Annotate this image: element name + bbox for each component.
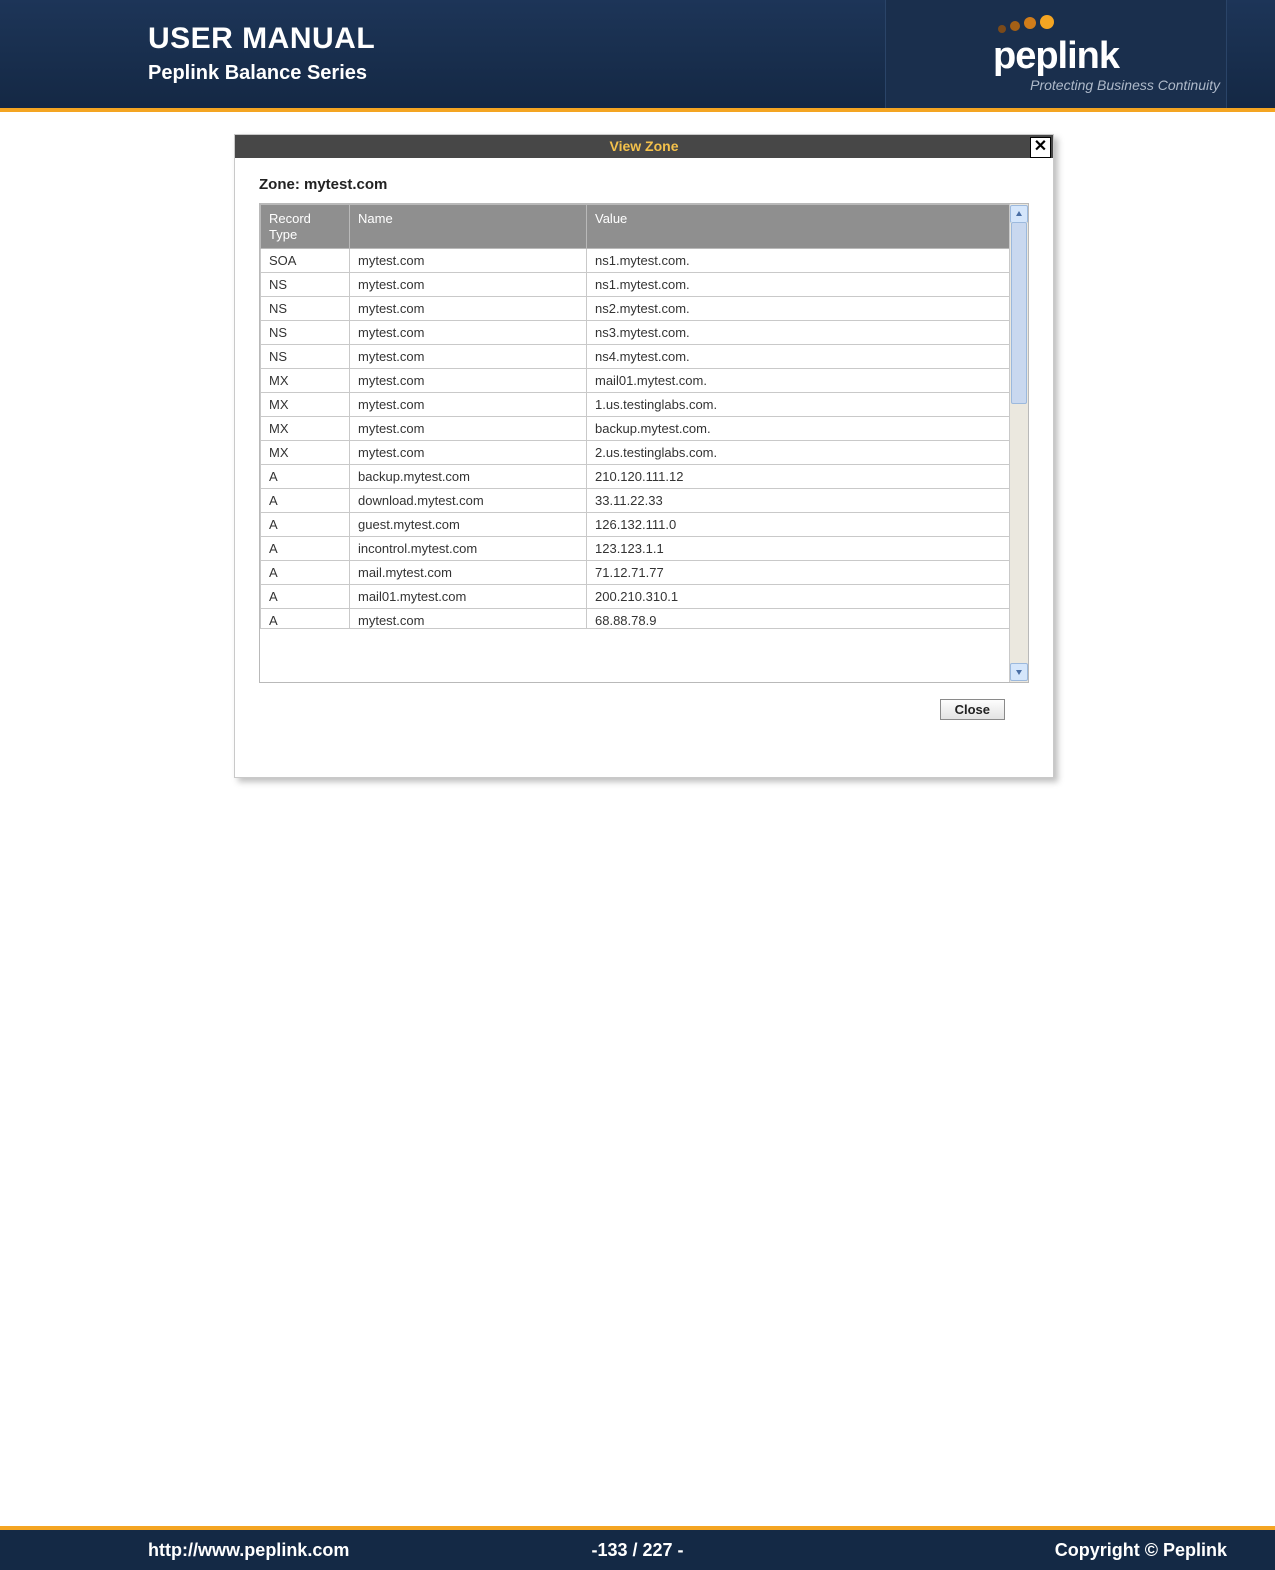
table-cell: 200.210.310.1 xyxy=(587,585,1010,609)
table-row: Aguest.mytest.com126.132.111.0 xyxy=(261,513,1010,537)
table-cell: mytest.com xyxy=(350,297,587,321)
logo-text: peplink xyxy=(993,37,1119,75)
table-cell: mytest.com xyxy=(350,441,587,465)
brand-logo: peplink Protecting Business Continuity xyxy=(885,0,1227,108)
scroll-down-icon[interactable] xyxy=(1010,663,1028,681)
table-row: MXmytest.com1.us.testinglabs.com. xyxy=(261,393,1010,417)
table-cell: NS xyxy=(261,297,350,321)
table-cell: 210.120.111.12 xyxy=(587,465,1010,489)
table-cell: mytest.com xyxy=(350,417,587,441)
table-cell: mytest.com xyxy=(350,609,587,629)
table-row: Aincontrol.mytest.com123.123.1.1 xyxy=(261,537,1010,561)
table-row: MXmytest.commail01.mytest.com. xyxy=(261,369,1010,393)
table-cell: mytest.com xyxy=(350,321,587,345)
table-cell: A xyxy=(261,609,350,629)
table-cell: mail01.mytest.com xyxy=(350,585,587,609)
vertical-scrollbar[interactable] xyxy=(1009,204,1028,682)
table-cell: backup.mytest.com xyxy=(350,465,587,489)
dns-records-table: Record Type Name Value SOAmytest.comns1.… xyxy=(260,204,1010,629)
table-cell: ns4.mytest.com. xyxy=(587,345,1010,369)
table-row: MXmytest.combackup.mytest.com. xyxy=(261,417,1010,441)
table-cell: A xyxy=(261,537,350,561)
table-cell: A xyxy=(261,585,350,609)
table-cell: mytest.com xyxy=(350,393,587,417)
footer-copyright: Copyright © Peplink xyxy=(1055,1540,1227,1561)
table-cell: mytest.com xyxy=(350,249,587,273)
table-row: Amail.mytest.com71.12.71.77 xyxy=(261,561,1010,585)
table-cell: ns3.mytest.com. xyxy=(587,321,1010,345)
table-cell: A xyxy=(261,465,350,489)
logo-tagline: Protecting Business Continuity xyxy=(1030,77,1220,93)
table-cell: 71.12.71.77 xyxy=(587,561,1010,585)
dialog-title: View Zone xyxy=(610,138,679,154)
table-cell: backup.mytest.com. xyxy=(587,417,1010,441)
table-row: Abackup.mytest.com210.120.111.12 xyxy=(261,465,1010,489)
table-cell: NS xyxy=(261,273,350,297)
dialog-titlebar: View Zone ✕ xyxy=(235,135,1053,158)
table-cell: SOA xyxy=(261,249,350,273)
table-row: MXmytest.com2.us.testinglabs.com. xyxy=(261,441,1010,465)
scroll-thumb[interactable] xyxy=(1011,222,1027,404)
table-cell: MX xyxy=(261,393,350,417)
table-cell: mail01.mytest.com. xyxy=(587,369,1010,393)
table-row: Amail01.mytest.com200.210.310.1 xyxy=(261,585,1010,609)
doc-header: USER MANUAL Peplink Balance Series pepli… xyxy=(0,0,1275,112)
table-cell: MX xyxy=(261,441,350,465)
table-cell: NS xyxy=(261,321,350,345)
table-cell: ns1.mytest.com. xyxy=(587,249,1010,273)
zone-label: Zone: mytest.com xyxy=(259,176,1029,193)
table-cell: A xyxy=(261,489,350,513)
footer-url: http://www.peplink.com xyxy=(148,1540,349,1561)
doc-title: USER MANUAL xyxy=(148,22,375,56)
table-row: NSmytest.comns3.mytest.com. xyxy=(261,321,1010,345)
table-cell: 2.us.testinglabs.com. xyxy=(587,441,1010,465)
table-cell: MX xyxy=(261,417,350,441)
table-cell: download.mytest.com xyxy=(350,489,587,513)
col-record-type: Record Type xyxy=(261,205,350,249)
table-cell: ns1.mytest.com. xyxy=(587,273,1010,297)
table-row: NSmytest.comns1.mytest.com. xyxy=(261,273,1010,297)
table-row: NSmytest.comns4.mytest.com. xyxy=(261,345,1010,369)
table-row: Adownload.mytest.com33.11.22.33 xyxy=(261,489,1010,513)
table-cell: mytest.com xyxy=(350,345,587,369)
view-zone-dialog: View Zone ✕ Zone: mytest.com Record Type… xyxy=(234,134,1054,778)
close-icon[interactable]: ✕ xyxy=(1030,137,1051,158)
col-value: Value xyxy=(587,205,1010,249)
table-cell: ns2.mytest.com. xyxy=(587,297,1010,321)
col-name: Name xyxy=(350,205,587,249)
table-cell: 1.us.testinglabs.com. xyxy=(587,393,1010,417)
close-button[interactable]: Close xyxy=(940,699,1005,720)
table-cell: 126.132.111.0 xyxy=(587,513,1010,537)
table-cell: 68.88.78.9 xyxy=(587,609,1010,629)
table-cell: mytest.com xyxy=(350,273,587,297)
scroll-up-icon[interactable] xyxy=(1010,205,1028,223)
table-cell: A xyxy=(261,513,350,537)
table-row: NSmytest.comns2.mytest.com. xyxy=(261,297,1010,321)
table-cell: guest.mytest.com xyxy=(350,513,587,537)
table-row: SOAmytest.comns1.mytest.com. xyxy=(261,249,1010,273)
table-cell: incontrol.mytest.com xyxy=(350,537,587,561)
doc-footer: http://www.peplink.com -133 / 227 - Copy… xyxy=(0,1526,1275,1570)
table-cell: NS xyxy=(261,345,350,369)
table-row: Amytest.com68.88.78.9 xyxy=(261,609,1010,629)
table-cell: 123.123.1.1 xyxy=(587,537,1010,561)
dns-table-container: Record Type Name Value SOAmytest.comns1.… xyxy=(259,203,1029,683)
table-cell: A xyxy=(261,561,350,585)
doc-subtitle: Peplink Balance Series xyxy=(148,62,375,85)
table-cell: 33.11.22.33 xyxy=(587,489,1010,513)
table-cell: mail.mytest.com xyxy=(350,561,587,585)
logo-dots-icon xyxy=(998,15,1054,33)
table-cell: MX xyxy=(261,369,350,393)
table-cell: mytest.com xyxy=(350,369,587,393)
